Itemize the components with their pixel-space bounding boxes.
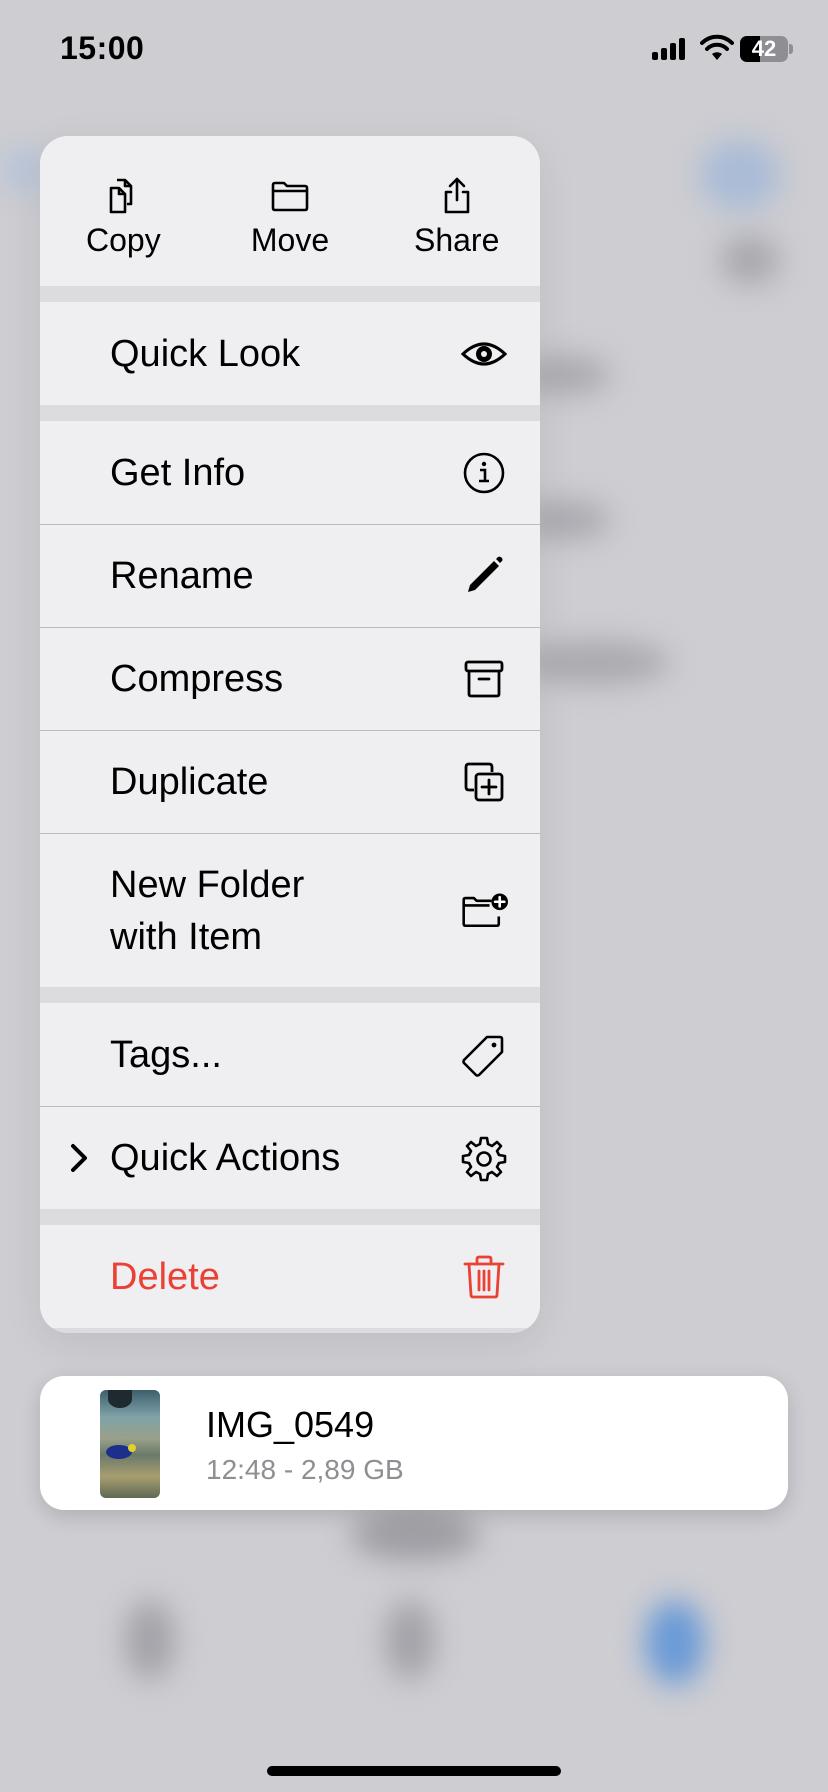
move-label: Move: [250, 221, 330, 258]
copy-button[interactable]: Copy: [40, 136, 207, 286]
file-meta: 12:48 - 2,89 GB: [206, 1454, 404, 1485]
context-menu: Copy Move Share Quick Look Get Info Rena…: [40, 136, 540, 1333]
copy-label: Copy: [85, 221, 161, 258]
duplicate-icon: [464, 762, 504, 802]
battery-tip: [789, 44, 793, 54]
menu-item-quick-actions[interactable]: Quick Actions: [40, 1106, 540, 1209]
menu-section-separator: [40, 987, 540, 1003]
archive-box-icon: [464, 660, 504, 698]
home-indicator[interactable]: [267, 1766, 561, 1776]
file-name: IMG_0549: [206, 1404, 375, 1445]
blurred-background-button: [700, 140, 780, 210]
menu-section-separator: [40, 286, 540, 302]
menu-item-label: Get Info: [110, 451, 246, 494]
blurred-tab-bar-icon-active: [645, 1600, 705, 1685]
menu-item-tags[interactable]: Tags...: [40, 1003, 540, 1106]
info-icon: [463, 452, 505, 493]
tag-icon: [462, 1035, 504, 1077]
menu-item-delete[interactable]: Delete: [40, 1225, 540, 1328]
share-button[interactable]: Share: [373, 136, 540, 286]
file-thumbnail: [100, 1390, 160, 1498]
menu-item-label: Tags...: [110, 1033, 222, 1076]
share-icon: [444, 177, 469, 213]
menu-item-get-info[interactable]: Get Info: [40, 421, 540, 524]
menu-section-separator: [40, 1209, 540, 1225]
file-preview-card[interactable]: IMG_0549 12:48 - 2,89 GB: [40, 1376, 788, 1510]
menu-section-separator: [40, 405, 540, 421]
menu-item-duplicate[interactable]: Duplicate: [40, 730, 540, 833]
menu-item-label: Quick Actions: [110, 1137, 341, 1179]
status-bar: 15:00 42: [0, 0, 828, 100]
blurred-tab-bar-icon: [125, 1600, 175, 1680]
menu-item-label: Quick Look: [110, 332, 301, 375]
copy-icon: [110, 178, 133, 213]
status-time: 15:00: [60, 30, 145, 66]
blurred-background-icon: [720, 235, 780, 285]
cellular-signal-icon: [652, 38, 685, 60]
share-label: Share: [413, 221, 500, 258]
folder-plus-icon: [462, 892, 508, 927]
top-actions-bar: Copy Move Share: [40, 136, 540, 286]
menu-item-new-folder-with-item[interactable]: New Folder with Item: [40, 833, 540, 987]
battery-percent: 42: [751, 36, 777, 61]
menu-item-label-line2: with Item: [110, 915, 263, 958]
chevron-right-icon: [71, 1144, 87, 1172]
menu-item-label-line1: New Folder: [110, 863, 305, 906]
menu-item-label: Rename: [110, 555, 254, 597]
folder-icon: [271, 181, 309, 211]
menu-item-compress[interactable]: Compress: [40, 627, 540, 730]
blurred-background-text: [520, 640, 670, 685]
battery-icon: 42: [740, 36, 788, 62]
wifi-icon: [700, 34, 734, 60]
move-button[interactable]: Move: [207, 136, 374, 286]
gear-icon: [461, 1136, 507, 1182]
blurred-background-text: [350, 1510, 480, 1560]
menu-item-label: Delete: [110, 1255, 220, 1298]
trash-icon: [463, 1255, 505, 1298]
menu-item-quick-look[interactable]: Quick Look: [40, 302, 540, 405]
eye-icon: [460, 342, 508, 365]
menu-item-label: Duplicate: [110, 761, 269, 803]
menu-item-label: Compress: [110, 658, 284, 700]
pencil-icon: [468, 556, 503, 592]
blurred-tab-bar-icon: [385, 1600, 435, 1680]
menu-item-rename[interactable]: Rename: [40, 524, 540, 627]
menu-item-label: New Folder with Item: [110, 859, 458, 963]
